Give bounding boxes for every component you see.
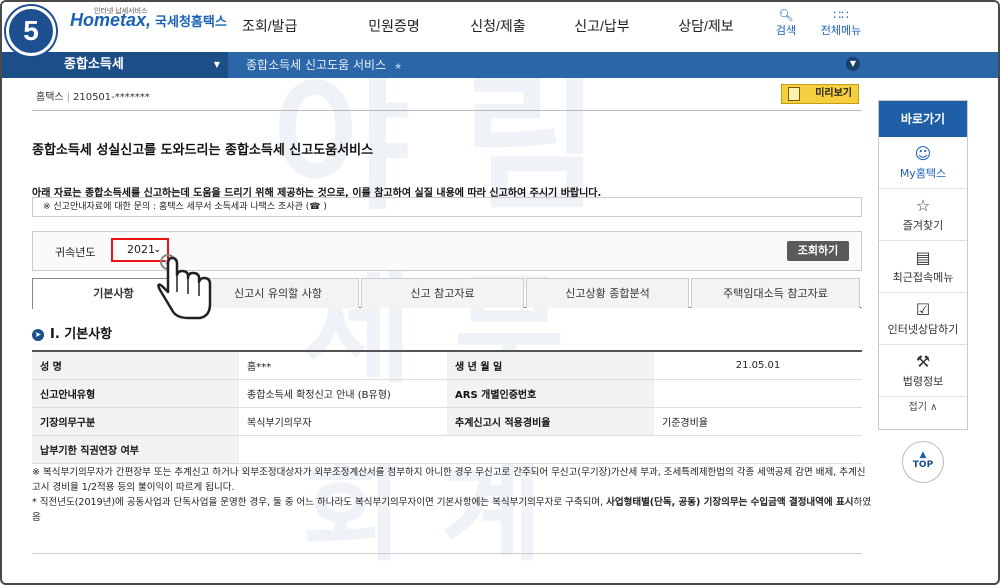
gnb-item[interactable]: 상담/제보 [654,16,758,36]
breadcrumb[interactable]: 종합소득세 신고도움 서비스 ★ [246,52,402,80]
table-cell: 기준경비율 [654,407,862,436]
quick-link-law-info[interactable]: ⚒ 법령정보 [879,345,967,397]
table-cell: 21.05.01 [654,351,862,380]
table-row: 기장의무구분 복식부기의무자 추계신고시 적용경비율 기준경비율 [32,407,862,436]
gnb-item[interactable]: 조회/발급 [242,16,342,36]
note-emphasis: 사업형태별(단독, 공동) 기장의무는 수입금액 결정내역에 표시 [606,497,854,508]
query-button[interactable]: 조회하기 [787,241,849,261]
caret-down-icon: ▼ [213,60,220,69]
scroll-top-button[interactable]: ▲ TOP [902,441,944,483]
table-header-cell: 납부기한 직권연장 여부 [32,435,239,464]
gnb-item[interactable]: 신청/제출 [446,16,550,36]
divider [32,553,862,554]
monitor-check-icon: ☑ [915,300,931,319]
preview-button[interactable]: 미리보기 [781,84,859,104]
tab-rental-income[interactable]: 주택임대소득 참고자료 [691,278,860,308]
divider [32,110,862,111]
table-header-cell: 기장의무구분 [32,407,239,436]
table-cell: 복식부기의무자 [239,407,447,436]
fold-button[interactable]: 접기 ∧ [879,397,967,419]
quick-links-title: 바로가기 [879,101,967,137]
table-header-cell: 신고안내유형 [32,379,239,408]
table-row: 신고안내유형 종합소득세 확정신고 안내 (B유형) ARS 개별인증번호 [32,379,862,408]
page-title: 종합소득세 성실신고를 도와드리는 종합소득세 신고도움서비스 [32,143,374,158]
user-id: 210501-******* [72,92,150,103]
document-icon [788,87,800,101]
table-header-cell: 생 년 월 일 [447,351,654,380]
table-row: 성 명 홈*** 생 년 월 일 21.05.01 [32,351,862,380]
table-header-cell: 성 명 [32,351,239,380]
quick-link-recent-menu[interactable]: ▤ 최근접속메뉴 [879,241,967,293]
nav-category-label: 종합소득세 [64,57,124,72]
note-text: ※ 복식부기의무자가 간편장부 또는 추계신고 하거나 외부조정대상자가 외부조… [32,467,866,493]
table-cell: 홈*** [239,351,447,380]
hometax-logo[interactable]: 인터넷 납세서비스 Hometax, 국세청홈택스 [50,8,227,31]
arrow-up-icon: ▲ [919,450,927,460]
hometax-label: 홈택스 [36,92,64,103]
person-icon: ☺ [914,144,932,163]
header: 인터넷 납세서비스 Hometax, 국세청홈택스 조회/발급 민원증명 신청/제… [2,2,998,52]
quick-link-label: My홈택스 [899,167,947,180]
nav-bar: 종합소득세 ▼ 종합소득세 신고도움 서비스 ★ ▼ [2,52,998,80]
search-icon: 🔍︎ [778,8,794,22]
table-header-cell: ARS 개별인증번호 [447,379,654,408]
quick-link-label: 최근접속메뉴 [892,271,954,284]
tab-reference[interactable]: 신고 참고자료 [361,278,524,308]
section-title: ➤ Ⅰ. 기본사항 [32,323,112,342]
search-label: 검색 [775,24,797,37]
quick-link-my-hometax[interactable]: ☺ My홈택스 [879,137,967,189]
global-nav: 조회/발급 민원증명 신청/제출 신고/납부 상담/제보 [242,16,758,36]
arrow-right-icon: ➤ [32,329,44,341]
top-utility-icons: 🔍︎ 검색 ∷∷ 전체메뉴 [768,8,864,38]
notes: ※ 복식부기의무자가 간편장부 또는 추계신고 하거나 외부조정대상자가 외부조… [32,465,872,525]
quick-links-panel: 바로가기 ☺ My홈택스 ☆ 즐겨찾기 ▤ 최근접속메뉴 ☑ 인터넷상담하기 ⚒… [878,100,968,430]
top-label: TOP [912,460,934,470]
table-cell [239,435,862,464]
preview-label: 미리보기 [815,88,852,99]
quick-link-label: 즐겨찾기 [902,219,944,232]
year-value: 2021 [127,243,155,256]
note-part: * 직전년도(2019년)에 공동사업과 단독사업을 운영한 경우, 둘 중 어… [32,497,607,508]
section-title-text: Ⅰ. 기본사항 [50,327,113,342]
search-button[interactable]: 🔍︎ 검색 [768,8,804,38]
recent-search-icon: ▤ [915,248,931,267]
table-cell [654,379,862,408]
table-row: 납부기한 직권연장 여부 [32,435,862,464]
hand-pointer-icon [157,254,212,320]
table-cell: 종합소득세 확정신고 안내 (B유형) [239,379,447,408]
table-header-cell: 추계신고시 적용경비율 [447,407,654,436]
gnb-item[interactable]: 신고/납부 [550,16,654,36]
all-menu-label: 전체메뉴 [820,24,862,37]
nav-category-dropdown[interactable]: 종합소득세 ▼ [2,52,228,78]
quick-link-label: 법령정보 [902,375,944,388]
quick-link-favorites[interactable]: ☆ 즐겨찾기 [879,189,967,241]
breadcrumb-label: 종합소득세 신고도움 서비스 [246,58,387,72]
quick-link-online-counsel[interactable]: ☑ 인터넷상담하기 [879,293,967,345]
chevron-down-icon[interactable]: ▼ [846,57,860,71]
gnb-item[interactable]: 민원증명 [342,16,446,36]
tab-precautions[interactable]: 신고시 유의할 사항 [197,278,359,308]
logo-tagline: 인터넷 납세서비스 [94,8,148,15]
all-menu-button[interactable]: ∷∷ 전체메뉴 [818,8,864,38]
user-info-line: 홈택스 | 210501-******* [36,92,150,103]
basic-info-table: 성 명 홈*** 생 년 월 일 21.05.01 신고안내유형 종합소득세 확… [32,350,862,464]
year-label: 귀속년도 [55,246,96,259]
step-number-badge: 5 [6,6,56,56]
inquiry-notice: ※ 신고안내자료에 대한 문의 : 홈택스 세무서 소득세과 나택스 조사관 (… [32,197,862,217]
note-text: * 직전년도(2019년)에 공동사업과 단독사업을 운영한 경우, 둘 중 어… [32,495,872,525]
quick-link-label: 인터넷상담하기 [887,323,959,336]
logo-brand-kr: 국세청홈택스 [155,14,227,29]
star-icon[interactable]: ★ [394,62,402,72]
screen-frame: 야 림 세 무 회 계 인터넷 납세서비스 Hometax, 국세청홈택스 조회/… [0,0,1000,585]
star-outline-icon: ☆ [915,196,931,215]
gavel-icon: ⚒ [915,352,931,371]
tab-analysis[interactable]: 신고상황 종합분석 [526,278,689,308]
grid-icon: ∷∷ [833,8,849,22]
